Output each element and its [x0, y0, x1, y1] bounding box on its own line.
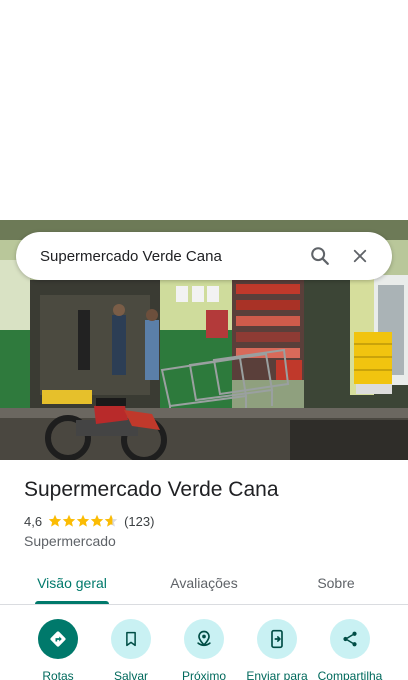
- search-bar[interactable]: Supermercado Verde Cana: [16, 232, 392, 280]
- tab-overview[interactable]: Visão geral: [20, 562, 124, 604]
- star-icon: [76, 514, 90, 527]
- active-tab-indicator: [35, 601, 109, 604]
- search-input[interactable]: Supermercado Verde Cana: [40, 248, 300, 265]
- send-to-phone-icon: [257, 619, 297, 659]
- close-icon[interactable]: [340, 236, 380, 276]
- nearby-button[interactable]: Próximo: [164, 619, 244, 680]
- action-bar: Rotas Salvar Próximo Enviar para Compart…: [0, 605, 408, 680]
- star-icon: [48, 514, 62, 527]
- map-blank-area: [0, 0, 408, 220]
- tab-reviews[interactable]: Avaliações: [152, 562, 256, 604]
- star-icon: [62, 514, 76, 527]
- share-button[interactable]: Compartilha: [310, 619, 390, 680]
- nearby-icon: [184, 619, 224, 659]
- search-icon[interactable]: [300, 236, 340, 276]
- tab-about[interactable]: Sobre: [284, 562, 388, 604]
- star-icon: [90, 514, 104, 527]
- review-count[interactable]: (123): [124, 514, 154, 529]
- directions-button[interactable]: Rotas: [18, 619, 98, 680]
- save-button[interactable]: Salvar: [91, 619, 171, 680]
- place-tabs: Visão geral Avaliações Sobre: [0, 562, 408, 605]
- place-title: Supermercado Verde Cana: [24, 478, 279, 501]
- share-icon: [330, 619, 370, 659]
- rating-row[interactable]: 4,6 (123): [24, 512, 154, 530]
- directions-icon: [38, 619, 78, 659]
- send-to-phone-button[interactable]: Enviar para: [237, 619, 317, 680]
- rating-value: 4,6: [24, 513, 43, 529]
- place-category[interactable]: Supermercado: [24, 533, 116, 549]
- bookmark-icon: [111, 619, 151, 659]
- star-rating: [48, 514, 118, 528]
